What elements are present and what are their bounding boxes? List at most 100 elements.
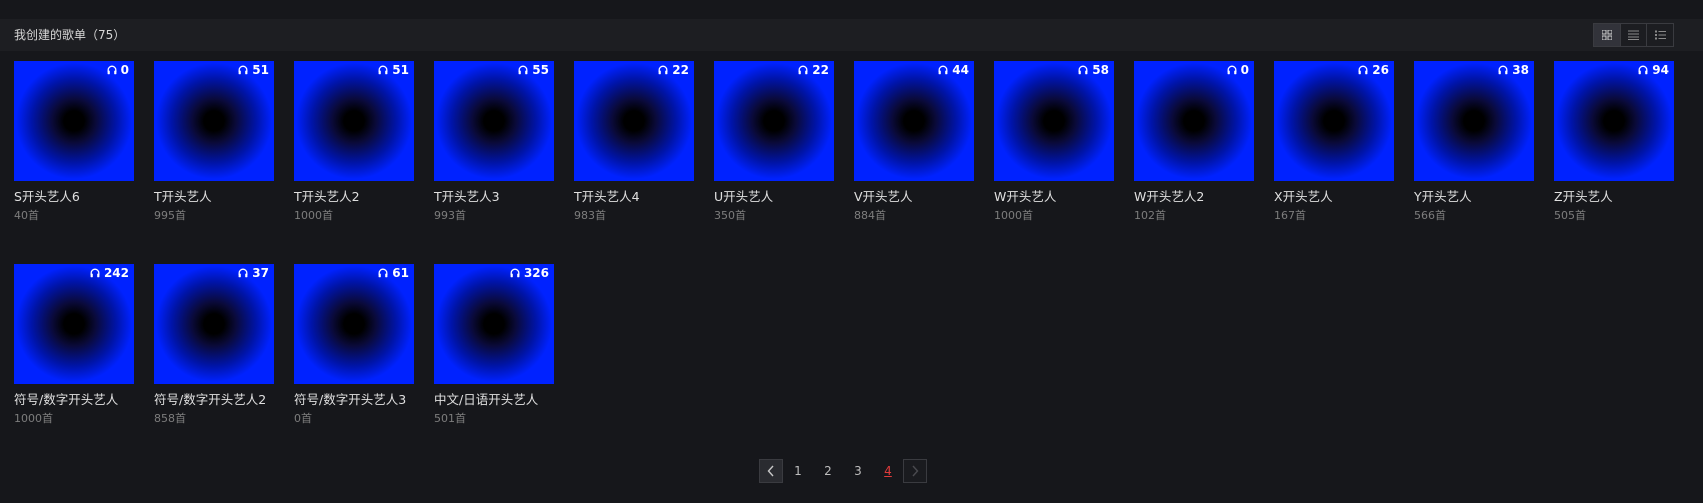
playlist-title[interactable]: W开头艺人2 (1134, 189, 1204, 205)
playlist-title[interactable]: 中文/日语开头艺人 (434, 392, 538, 408)
playlist-track-count: 884首 (854, 209, 886, 222)
playlist-card[interactable]: 242 符号/数字开头艺人 1000首 (14, 264, 134, 434)
playlist-title[interactable]: 符号/数字开头艺人2 (154, 392, 266, 408)
playlist-cover[interactable]: 58 (994, 61, 1114, 181)
playlist-track-count: 993首 (434, 209, 466, 222)
playlist-cover[interactable]: 94 (1554, 61, 1674, 181)
playlist-track-count: 167首 (1274, 209, 1306, 222)
page-number-1[interactable]: 1 (783, 459, 813, 483)
next-page-button[interactable] (903, 459, 927, 483)
playlist-card[interactable]: 94 Z开头艺人 505首 (1554, 61, 1674, 231)
chevron-left-icon (767, 465, 774, 477)
section-header: 我创建的歌单（75） (0, 19, 1703, 51)
playlist-title[interactable]: T开头艺人 (154, 189, 212, 205)
playlist-track-count: 1000首 (994, 209, 1033, 222)
play-count-value: 55 (532, 63, 549, 77)
playlist-track-count: 1000首 (14, 412, 53, 425)
headphones-icon (378, 268, 388, 278)
pagination: 1234 (759, 459, 927, 483)
page-number-2[interactable]: 2 (813, 459, 843, 483)
playlist-track-count: 1000首 (294, 209, 333, 222)
page-number-list: 1234 (783, 459, 903, 483)
playlist-card[interactable]: 51 T开头艺人2 1000首 (294, 61, 414, 231)
playlist-cover[interactable]: 37 (154, 264, 274, 384)
play-count-badge: 0 (1227, 63, 1249, 77)
playlist-card[interactable]: 61 符号/数字开头艺人3 0首 (294, 264, 414, 434)
playlist-card[interactable]: 0 S开头艺人6 40首 (14, 61, 134, 231)
play-count-value: 26 (1372, 63, 1389, 77)
playlist-track-count: 501首 (434, 412, 466, 425)
playlist-track-count: 350首 (714, 209, 746, 222)
play-count-badge: 55 (518, 63, 549, 77)
playlist-title[interactable]: T开头艺人3 (434, 189, 500, 205)
headphones-icon (107, 65, 117, 75)
playlist-title[interactable]: Y开头艺人 (1414, 189, 1472, 205)
playlist-cover[interactable]: 326 (434, 264, 554, 384)
headphones-icon (238, 268, 248, 278)
playlist-cover[interactable]: 61 (294, 264, 414, 384)
playlist-cover[interactable]: 38 (1414, 61, 1534, 181)
playlist-title[interactable]: Z开头艺人 (1554, 189, 1613, 205)
headphones-icon (658, 65, 668, 75)
headphones-icon (1638, 65, 1648, 75)
headphones-icon (938, 65, 948, 75)
playlist-cover[interactable]: 0 (1134, 61, 1254, 181)
headphones-icon (90, 268, 100, 278)
playlist-cover[interactable]: 26 (1274, 61, 1394, 181)
playlist-card[interactable]: 22 U开头艺人 350首 (714, 61, 834, 231)
playlist-title[interactable]: V开头艺人 (854, 189, 913, 205)
playlist-title[interactable]: W开头艺人 (994, 189, 1056, 205)
play-count-value: 61 (392, 266, 409, 280)
playlist-title[interactable]: T开头艺人4 (574, 189, 640, 205)
chevron-right-icon (912, 465, 919, 477)
grid-view-button[interactable] (1594, 24, 1620, 46)
playlist-card[interactable]: 26 X开头艺人 167首 (1274, 61, 1394, 231)
playlist-cover[interactable]: 51 (294, 61, 414, 181)
play-count-value: 326 (523, 266, 549, 280)
play-count-badge: 326 (510, 266, 549, 280)
playlist-title[interactable]: 符号/数字开头艺人 (14, 392, 118, 408)
headphones-icon (798, 65, 808, 75)
playlist-card[interactable]: 326 中文/日语开头艺人 501首 (434, 264, 554, 434)
playlist-card[interactable]: 37 符号/数字开头艺人2 858首 (154, 264, 274, 434)
playlist-card[interactable]: 22 T开头艺人4 983首 (574, 61, 694, 231)
playlist-card[interactable]: 0 W开头艺人2 102首 (1134, 61, 1254, 231)
playlist-title[interactable]: U开头艺人 (714, 189, 773, 205)
playlist-track-count: 858首 (154, 412, 186, 425)
grid-view-icon (1601, 30, 1612, 40)
play-count-badge: 0 (107, 63, 129, 77)
detail-list-view-icon (1654, 30, 1666, 40)
play-count-badge: 22 (798, 63, 829, 77)
playlist-cover[interactable]: 44 (854, 61, 974, 181)
play-count-badge: 51 (238, 63, 269, 77)
playlist-cover[interactable]: 22 (574, 61, 694, 181)
playlist-cover[interactable]: 242 (14, 264, 134, 384)
headphones-icon (1358, 65, 1368, 75)
playlist-card[interactable]: 38 Y开头艺人 566首 (1414, 61, 1534, 231)
playlist-cover[interactable]: 22 (714, 61, 834, 181)
playlist-cover[interactable]: 0 (14, 61, 134, 181)
playlist-card[interactable]: 58 W开头艺人 1000首 (994, 61, 1114, 231)
page-number-4[interactable]: 4 (873, 459, 903, 483)
playlist-track-count: 0首 (294, 412, 312, 425)
playlist-card[interactable]: 44 V开头艺人 884首 (854, 61, 974, 231)
playlist-cover[interactable]: 55 (434, 61, 554, 181)
playlist-title[interactable]: 符号/数字开头艺人3 (294, 392, 406, 408)
play-count-badge: 26 (1358, 63, 1389, 77)
play-count-value: 44 (952, 63, 969, 77)
playlist-title[interactable]: X开头艺人 (1274, 189, 1333, 205)
prev-page-button[interactable] (759, 459, 783, 483)
list-view-icon (1628, 30, 1639, 40)
playlist-title[interactable]: S开头艺人6 (14, 189, 80, 205)
headphones-icon (1227, 65, 1237, 75)
page-number-3[interactable]: 3 (843, 459, 873, 483)
playlist-card[interactable]: 55 T开头艺人3 993首 (434, 61, 554, 231)
playlist-cover[interactable]: 51 (154, 61, 274, 181)
detail-list-view-button[interactable] (1646, 24, 1673, 46)
list-view-button[interactable] (1619, 24, 1647, 46)
playlist-track-count: 102首 (1134, 209, 1166, 222)
play-count-value: 0 (1240, 63, 1249, 77)
playlist-title[interactable]: T开头艺人2 (294, 189, 360, 205)
playlist-card[interactable]: 51 T开头艺人 995首 (154, 61, 274, 231)
headphones-icon (238, 65, 248, 75)
